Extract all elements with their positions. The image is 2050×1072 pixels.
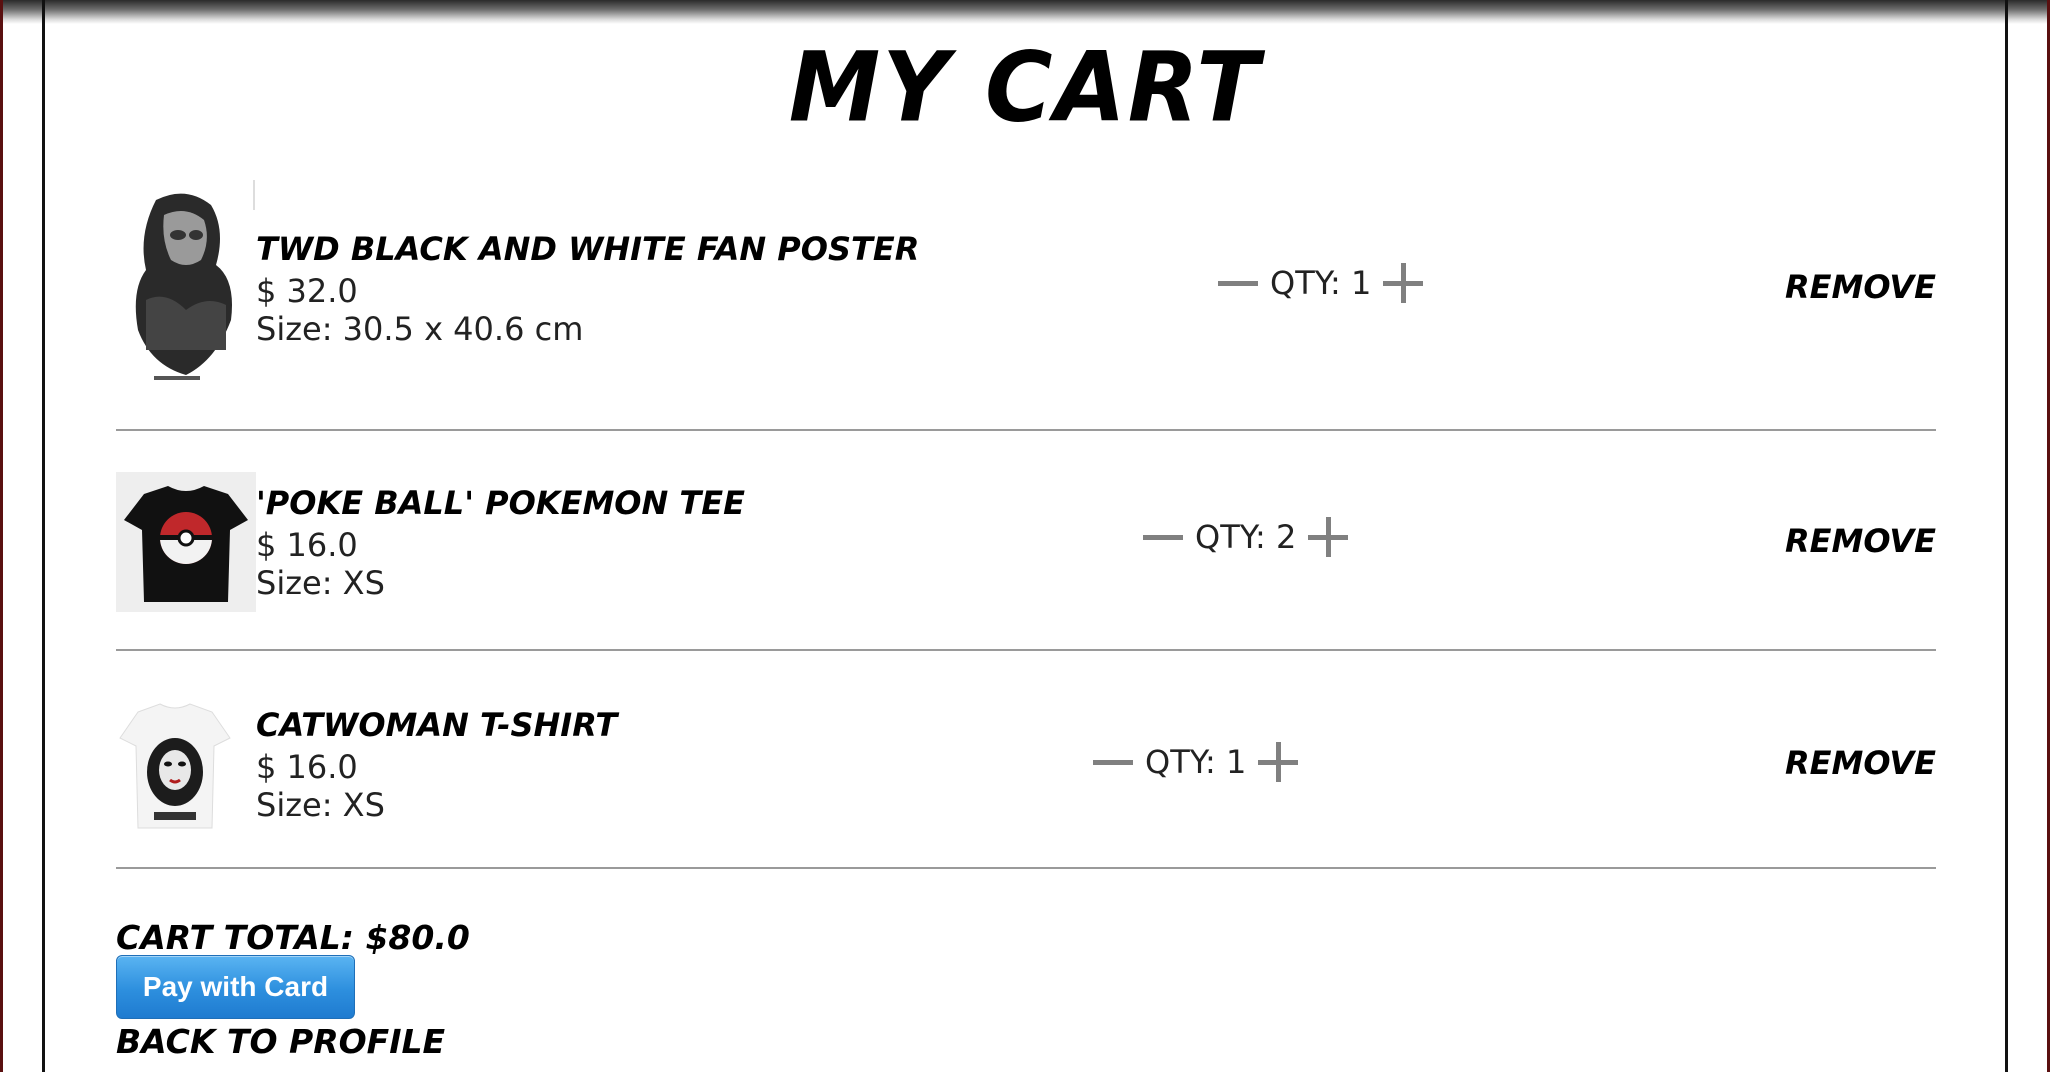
item-price: $ 32.0	[256, 272, 358, 310]
back-to-profile-link[interactable]: BACK TO PROFILE	[116, 1022, 445, 1061]
minus-icon	[1143, 535, 1183, 540]
item-name: TWD BLACK AND WHITE FAN POSTER	[256, 230, 920, 268]
quantity-stepper: QTY: 1	[1216, 258, 1425, 308]
left-edge	[0, 0, 3, 1072]
pay-with-card-button[interactable]: Pay with Card	[116, 955, 355, 1019]
item-price: $ 16.0	[256, 526, 358, 564]
quantity-stepper: QTY: 1	[1091, 737, 1300, 787]
decrease-qty-button[interactable]	[1216, 261, 1260, 305]
plus-icon-v	[1326, 517, 1332, 557]
cart-item: TWD BLACK AND WHITE FAN POSTER $ 32.0 Si…	[116, 180, 1936, 400]
remove-button[interactable]: REMOVE	[1785, 268, 1936, 306]
item-divider	[116, 649, 1936, 651]
content-frame-right	[2005, 0, 2008, 1072]
plus-icon-v	[1276, 742, 1282, 782]
item-name: CATWOMAN T-SHIRT	[256, 706, 618, 744]
increase-qty-button[interactable]	[1381, 261, 1425, 305]
decrease-qty-button[interactable]	[1091, 740, 1135, 784]
page-title: MY CART	[788, 31, 1262, 144]
item-size: Size: 30.5 x 40.6 cm	[256, 310, 584, 348]
cart-item: 'POKE BALL' POKEMON TEE $ 16.0 Size: XS …	[116, 470, 1936, 620]
cart-item: CATWOMAN T-SHIRT $ 16.0 Size: XS QTY: 1 …	[116, 695, 1936, 835]
increase-qty-button[interactable]	[1306, 515, 1350, 559]
qty-label: QTY: 1	[1270, 264, 1372, 302]
content-frame-left	[42, 0, 45, 1072]
minus-icon	[1218, 281, 1258, 286]
item-size: Size: XS	[256, 786, 385, 824]
top-shadow	[0, 0, 2050, 24]
quantity-stepper: QTY: 2	[1141, 512, 1350, 562]
catwoman-tshirt-image	[116, 700, 234, 830]
increase-qty-button[interactable]	[1256, 740, 1300, 784]
item-size: Size: XS	[256, 564, 385, 602]
qty-label: QTY: 2	[1195, 518, 1297, 556]
item-divider	[116, 867, 1936, 869]
remove-button[interactable]: REMOVE	[1785, 522, 1936, 560]
twd-poster-image	[116, 180, 256, 390]
plus-icon-v	[1401, 263, 1407, 303]
decrease-qty-button[interactable]	[1141, 515, 1185, 559]
remove-button[interactable]: REMOVE	[1785, 744, 1936, 782]
item-price: $ 16.0	[256, 748, 358, 786]
minus-icon	[1093, 760, 1133, 765]
qty-label: QTY: 1	[1145, 743, 1247, 781]
pokemon-tee-image	[116, 472, 256, 612]
cart-page: MY CART TWD BLACK AND WHITE FAN POSTER $…	[0, 0, 2050, 1072]
item-name: 'POKE BALL' POKEMON TEE	[256, 484, 745, 522]
item-divider	[116, 429, 1936, 431]
cart-total: CART TOTAL: $80.0	[116, 918, 470, 957]
